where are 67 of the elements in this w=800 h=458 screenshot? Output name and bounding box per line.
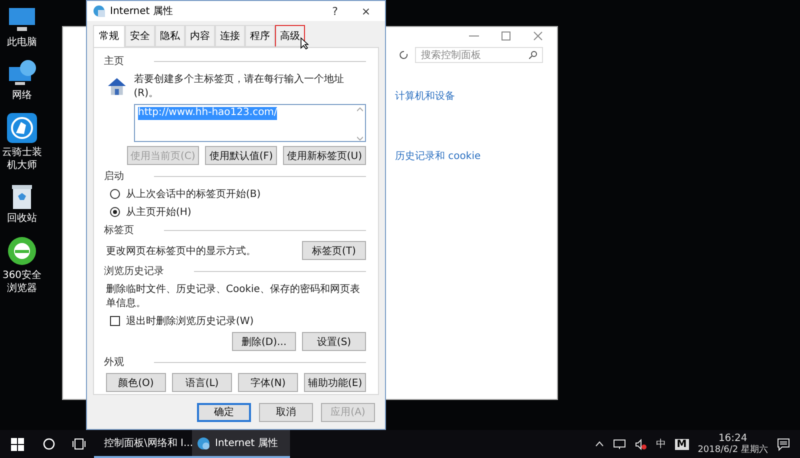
tab[interactable]: 连接: [215, 25, 245, 47]
globe-e-icon[interactable]: [6, 235, 38, 267]
button[interactable]: 取消: [259, 402, 313, 422]
close-icon[interactable]: [533, 31, 543, 41]
search-circle-icon[interactable]: [43, 438, 55, 450]
close-button[interactable]: ×: [353, 4, 379, 18]
button[interactable]: 使用新标签页(U): [282, 146, 366, 165]
chevron-up-icon[interactable]: [594, 441, 604, 447]
radio-label: 从主页开始(H): [126, 206, 192, 219]
house-icon: [106, 76, 128, 96]
link[interactable]: 历史记录和 cookie: [395, 149, 481, 163]
radio-button[interactable]: [110, 207, 120, 217]
section-heading: 主页: [104, 54, 124, 68]
radio-label: 从上次会话中的标签页开始(B): [126, 188, 261, 201]
search-field[interactable]: 搜索控制面板: [415, 47, 543, 63]
task-view-icon[interactable]: [72, 438, 86, 450]
button[interactable]: 字体(N): [238, 373, 298, 392]
network-icon[interactable]: [612, 438, 626, 450]
radio-button[interactable]: [110, 189, 120, 199]
hint-text: 若要创建多个主标签页，请在每行输入一个地址(R)。: [134, 72, 345, 100]
maximize-icon[interactable]: [501, 31, 511, 41]
desktop-icon-label[interactable]: 回收站: [7, 212, 37, 225]
ime-mode-indicator[interactable]: M: [674, 438, 689, 450]
globe-icon: [93, 5, 105, 17]
description-text: 更改网页在标签页中的显示方式。: [106, 244, 256, 258]
section-heading: 标签页: [104, 224, 134, 237]
description-text: 删除临时文件、历史记录、Cookie、保存的密码和网页表单信息。: [106, 282, 361, 310]
windows-logo-icon[interactable]: [10, 438, 24, 450]
checkbox-label: 退出时删除浏览历史记录(W): [126, 314, 254, 328]
desktop-icon-label[interactable]: 360安全浏览器: [0, 269, 46, 295]
button[interactable]: 设置(S): [302, 332, 366, 351]
search-icon: [529, 51, 537, 59]
recycle-bin-icon[interactable]: [10, 182, 34, 210]
button[interactable]: 使用默认值(F): [205, 146, 277, 165]
section-heading: 外观: [104, 356, 124, 369]
notification-icon[interactable]: [777, 438, 790, 450]
section-heading: 启动: [104, 170, 124, 183]
computer-icon[interactable]: [7, 6, 37, 34]
network-globe-icon[interactable]: [7, 59, 37, 87]
desktop-icon-label[interactable]: 云骑士装机大师: [0, 146, 46, 172]
tab[interactable]: 隐私: [155, 25, 185, 47]
taskbar-button[interactable]: Internet 属性: [192, 430, 290, 458]
tab[interactable]: 常规: [93, 25, 125, 47]
scrollbar-icon: [357, 107, 363, 141]
desktop-icon-label[interactable]: 此电脑: [7, 36, 37, 49]
checkbox[interactable]: [110, 316, 120, 326]
button[interactable]: 语言(L): [172, 373, 232, 392]
button[interactable]: 确定: [197, 402, 251, 422]
input-method-indicator[interactable]: 中: [656, 437, 666, 451]
button[interactable]: 标签页(T): [302, 241, 366, 260]
selected-url: http://www.hh-hao123.com/: [138, 107, 278, 120]
tab[interactable]: 内容: [185, 25, 215, 47]
clock[interactable]: 16:24 2018/6/2 星期六: [698, 432, 768, 456]
window-title: Internet 属性: [110, 4, 174, 18]
button[interactable]: 颜色(O): [106, 373, 166, 392]
desktop-icon-label[interactable]: 网络: [12, 89, 32, 102]
globe-icon: [197, 436, 210, 450]
tab[interactable]: 高级: [275, 25, 305, 47]
speaker-muted-icon[interactable]: [634, 438, 647, 450]
button[interactable]: 辅助功能(E): [304, 373, 366, 392]
tab[interactable]: 安全: [125, 25, 155, 47]
tab[interactable]: 程序: [245, 25, 275, 47]
button[interactable]: 删除(D)...: [232, 332, 296, 351]
section-heading: 浏览历史记录: [104, 264, 164, 278]
refresh-icon[interactable]: [399, 50, 409, 60]
link[interactable]: 计算机和设备: [395, 89, 455, 103]
help-button[interactable]: ?: [322, 4, 348, 18]
